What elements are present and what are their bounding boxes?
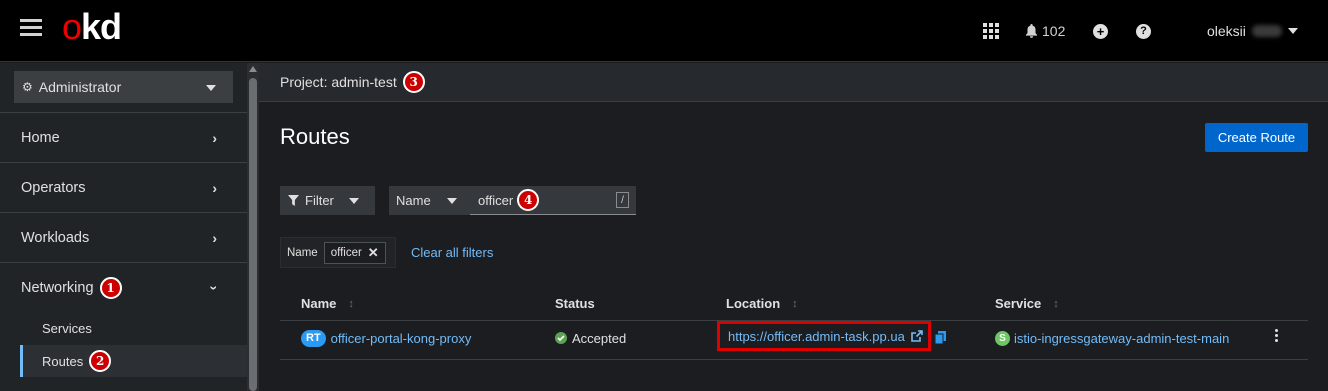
- masthead: okd 102 + ? oleksii: [0, 0, 1328, 62]
- chevron-down-icon: ›: [206, 285, 223, 291]
- location-link[interactable]: https://officer.admin-task.pp.ua: [728, 329, 905, 344]
- table-cell-status: Accepted: [555, 328, 626, 348]
- chevron-right-icon: ›: [212, 180, 217, 196]
- sidebar: ⚙ Administrator Home › Operators › Workl…: [0, 63, 247, 391]
- project-label: Project: admin-test: [280, 74, 397, 90]
- annotation-badge: 1: [99, 276, 122, 299]
- filter-chip: officer ✕: [323, 241, 386, 264]
- keyboard-shortcut-hint: /: [616, 192, 629, 208]
- route-link[interactable]: officer-portal-kong-proxy: [331, 331, 472, 346]
- annotation-badge: 3: [402, 71, 425, 93]
- plus-icon: +: [1093, 23, 1108, 39]
- help-button[interactable]: ?: [1136, 0, 1151, 62]
- table-cell-service: S istio-ingressgateway-admin-test-main: [995, 328, 1229, 348]
- copy-icon[interactable]: [935, 331, 946, 344]
- table-divider: [280, 359, 1308, 360]
- column-label: Name: [301, 296, 337, 311]
- notifications-button[interactable]: 102: [1025, 0, 1065, 62]
- sidebar-item-networking[interactable]: Networking 1 ›: [0, 262, 247, 312]
- perspective-label: Administrator: [38, 79, 122, 95]
- sort-icon: ↕: [792, 297, 798, 310]
- project-selector[interactable]: Project: admin-test 3: [259, 63, 1328, 102]
- sidebar-item-label: Networking: [21, 279, 94, 296]
- sidebar-item-label: Operators: [21, 179, 86, 196]
- username: oleksii: [1207, 23, 1246, 39]
- chevron-right-icon: ›: [212, 230, 217, 246]
- okd-logo[interactable]: okd: [62, 6, 122, 48]
- caret-down-icon: [447, 198, 457, 204]
- scroll-up-arrow-icon[interactable]: [249, 66, 257, 72]
- name-filter-input[interactable]: officer 4 /: [470, 186, 636, 215]
- filter-chip-group: Name officer ✕: [280, 237, 396, 268]
- column-label: Service: [995, 296, 1042, 311]
- sidebar-item-label: Routes: [42, 353, 84, 369]
- sidebar-item-home[interactable]: Home ›: [0, 112, 247, 162]
- location-highlight: https://officer.admin-task.pp.ua: [717, 321, 931, 351]
- check-circle-icon: [555, 332, 567, 344]
- close-icon[interactable]: ✕: [368, 245, 379, 261]
- column-header-status: Status: [555, 296, 595, 311]
- perspective-switcher[interactable]: ⚙ Administrator: [14, 71, 233, 103]
- table-cell-name: RT officer-portal-kong-proxy: [301, 328, 471, 348]
- column-header-name[interactable]: Name ↕: [301, 296, 354, 311]
- sidebar-item-services[interactable]: Services: [0, 312, 247, 344]
- filter-value: officer: [478, 192, 514, 208]
- quick-create-button[interactable]: +: [1093, 0, 1108, 62]
- sidebar-item-label: Workloads: [21, 229, 90, 246]
- column-label: Location: [726, 296, 781, 311]
- column-header-location[interactable]: Location ↕: [726, 296, 798, 311]
- sidebar-item-label: Home: [21, 129, 60, 146]
- sort-icon: ↕: [1053, 297, 1059, 310]
- kebab-menu-icon[interactable]: [1275, 329, 1279, 342]
- caret-down-icon: [1287, 28, 1298, 34]
- chip-category-label: Name: [287, 246, 318, 259]
- sort-icon: ↕: [348, 297, 354, 310]
- sidebar-item-routes[interactable]: Routes 2: [20, 345, 247, 377]
- caret-down-icon: [206, 85, 216, 91]
- annotation-badge: 2: [89, 350, 112, 372]
- caret-down-icon: [349, 198, 359, 204]
- page-title: Routes: [280, 124, 350, 149]
- filter-attribute-select[interactable]: Name: [389, 186, 470, 215]
- sidebar-item-workloads[interactable]: Workloads ›: [0, 212, 247, 262]
- create-route-button[interactable]: Create Route: [1205, 123, 1308, 152]
- bell-icon: [1025, 24, 1038, 38]
- chevron-right-icon: ›: [212, 130, 217, 146]
- filter-attribute-label: Name: [396, 193, 431, 208]
- user-menu[interactable]: oleksii: [1207, 0, 1298, 62]
- question-icon: ?: [1136, 23, 1151, 39]
- annotation-badge: 4: [517, 189, 540, 211]
- notification-count: 102: [1042, 23, 1066, 39]
- filter-dropdown[interactable]: Filter: [280, 186, 375, 215]
- app-launcher-icon[interactable]: [983, 0, 999, 62]
- filter-icon: [288, 195, 299, 206]
- column-header-service[interactable]: Service ↕: [995, 296, 1059, 311]
- column-label: Status: [555, 296, 595, 311]
- clear-all-filters-link[interactable]: Clear all filters: [411, 245, 493, 260]
- redacted-username: [1251, 25, 1282, 37]
- status-text: Accepted: [572, 330, 627, 346]
- main-content: Project: admin-test 3 Routes Create Rout…: [259, 63, 1328, 391]
- chip-value: officer: [330, 246, 362, 259]
- sidebar-item-operators[interactable]: Operators ›: [0, 162, 247, 212]
- cogs-icon: ⚙: [22, 80, 33, 94]
- external-link-icon[interactable]: [911, 330, 923, 342]
- resource-badge: S: [995, 330, 1010, 346]
- scrollbar-thumb[interactable]: [249, 78, 257, 391]
- hamburger-menu-icon[interactable]: [20, 19, 42, 37]
- resource-badge: RT: [301, 329, 326, 347]
- filter-label: Filter: [305, 193, 334, 208]
- service-link[interactable]: istio-ingressgateway-admin-test-main: [1014, 331, 1229, 346]
- sidebar-item-label: Services: [42, 320, 92, 336]
